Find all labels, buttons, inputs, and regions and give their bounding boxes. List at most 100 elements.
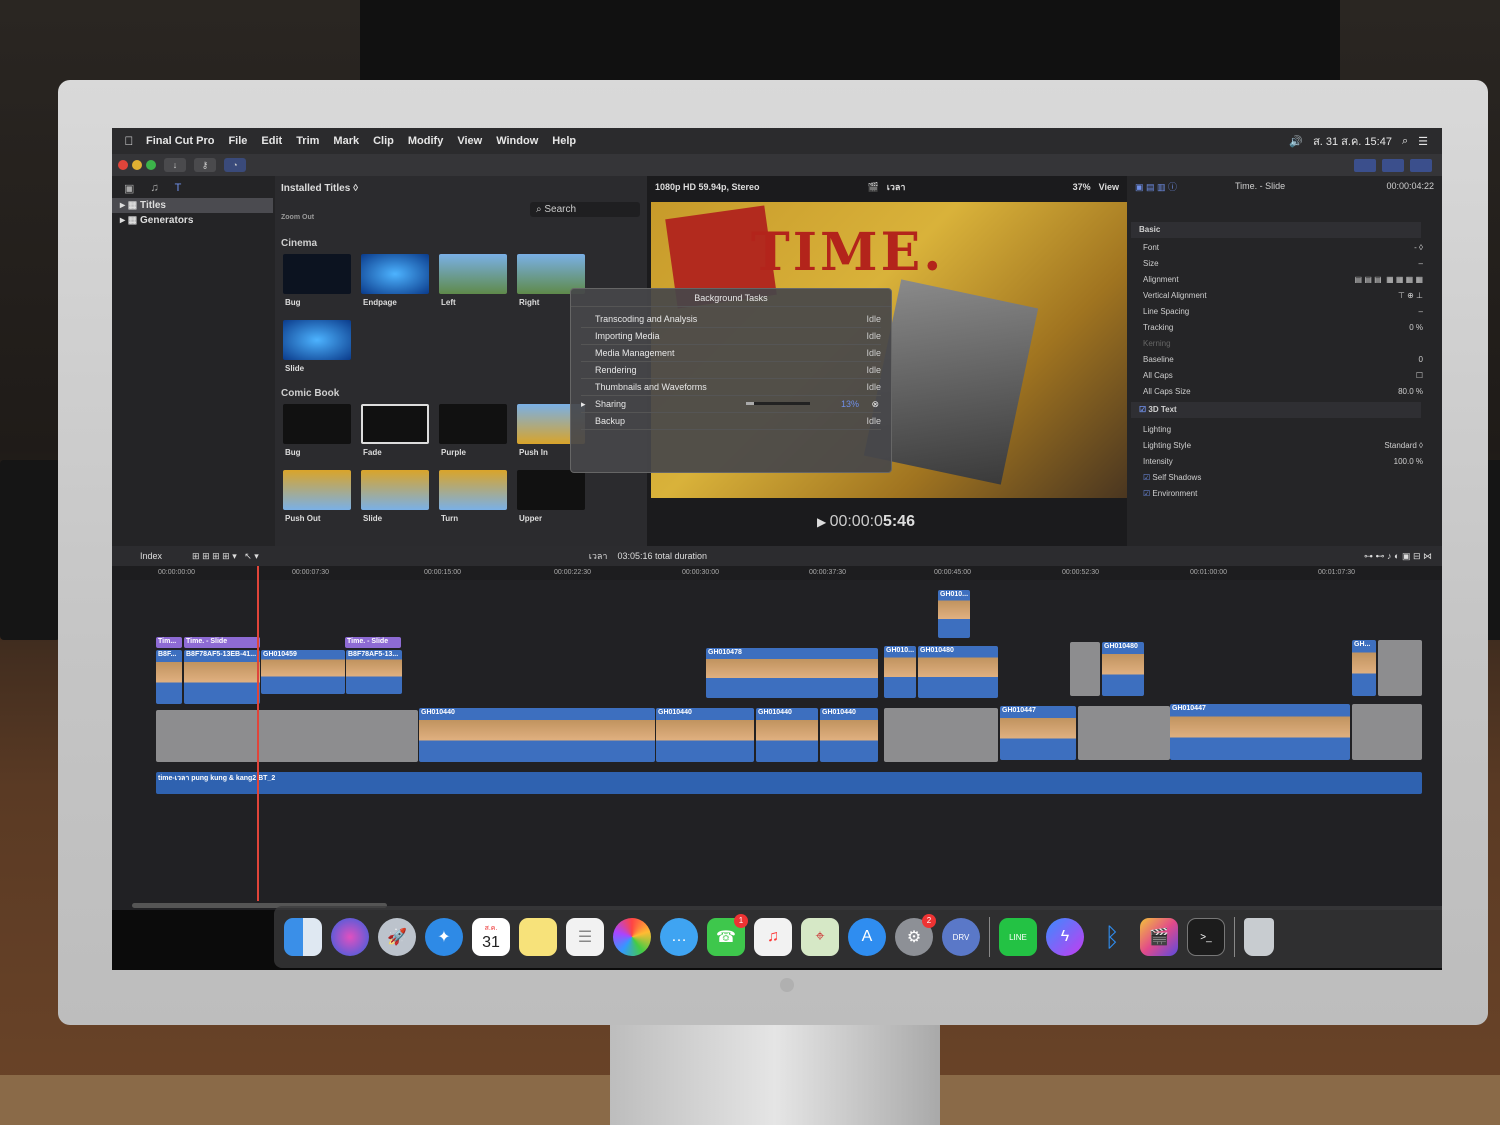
video-clip[interactable]: GH010447	[1000, 706, 1076, 760]
video-clip[interactable]: GH010447	[1170, 704, 1350, 760]
gap-clip[interactable]	[1070, 642, 1100, 696]
title-thumb-turn[interactable]	[439, 470, 507, 510]
gap-clip[interactable]	[156, 710, 418, 762]
launchpad-icon[interactable]: 🚀	[378, 918, 416, 956]
keyword-icon[interactable]: ⚷	[194, 158, 216, 172]
menu-file[interactable]: File	[228, 135, 247, 147]
photos-icon[interactable]	[613, 918, 651, 956]
inspector-tab-icons[interactable]: ▣ ▤ ▥ ⓘ	[1135, 180, 1177, 193]
title-thumb-cinema-bug[interactable]	[283, 254, 351, 294]
drive-icon[interactable]: DRV	[942, 918, 980, 956]
task-row-sharing[interactable]: ▸ Sharing 13% ⊗	[581, 396, 881, 413]
messages-icon[interactable]: …	[660, 918, 698, 956]
title-thumb-comic-bug[interactable]	[283, 404, 351, 444]
spotlight-icon[interactable]: ⌕	[1402, 135, 1408, 148]
import-icon[interactable]: ↓	[164, 158, 186, 172]
section-basic[interactable]: Basic	[1131, 222, 1421, 238]
title-thumb-endpage[interactable]	[361, 254, 429, 294]
maps-icon[interactable]: ⌖	[801, 918, 839, 956]
clock[interactable]: ส. 31 ส.ค. 15:47	[1313, 132, 1392, 150]
video-clip[interactable]: GH010480	[1102, 642, 1144, 696]
video-clip[interactable]: GH010440	[656, 708, 754, 762]
timeline-ruler[interactable]: 00:00:00:00 00:00:07:30 00:00:15:00 00:0…	[112, 566, 1442, 580]
all-caps-checkbox[interactable]: ☐	[1416, 371, 1423, 380]
gap-clip[interactable]	[1078, 706, 1170, 760]
audio-clip[interactable]: time-เวลา pung kung & kang2 BT_2	[156, 772, 1422, 794]
photos-audio-icon[interactable]: ♫	[150, 182, 158, 194]
title-thumb-left[interactable]	[439, 254, 507, 294]
menu-mark[interactable]: Mark	[333, 135, 359, 147]
intensity-value[interactable]: 100.0 %	[1394, 457, 1423, 466]
menu-clip[interactable]: Clip	[373, 135, 394, 147]
menu-app[interactable]: Final Cut Pro	[146, 135, 214, 147]
menu-modify[interactable]: Modify	[408, 135, 443, 147]
minimize-button[interactable]	[132, 160, 142, 170]
final-cut-pro-icon[interactable]: 🎬	[1140, 918, 1178, 956]
all-caps-size-value[interactable]: 80.0 %	[1398, 387, 1423, 396]
title-thumb-upper[interactable]	[517, 470, 585, 510]
environment-label[interactable]: ☑ Environment	[1143, 489, 1253, 498]
show-browser-button[interactable]	[1354, 158, 1376, 172]
play-icon[interactable]: ▶	[817, 515, 830, 529]
sidebar-item-generators[interactable]: ▸ ▦ Generators	[112, 213, 275, 228]
music-icon[interactable]: ♫	[754, 918, 792, 956]
background-tasks-icon[interactable]: ◔	[224, 158, 246, 172]
sidebar-item-titles[interactable]: ▸ ▦ Titles	[112, 198, 273, 213]
terminal-icon[interactable]: >_	[1187, 918, 1225, 956]
video-clip[interactable]: B8F78AF5-13...	[346, 650, 402, 694]
edit-tools-icons[interactable]: ⊞ ⊞ ⊞ ⊞ ▾ ↖ ▾	[192, 551, 259, 562]
tracking-value[interactable]: 0 %	[1409, 323, 1423, 332]
reminders-icon[interactable]: ☰	[566, 918, 604, 956]
menu-edit[interactable]: Edit	[261, 135, 282, 147]
search-input[interactable]: ⌕ Search	[530, 202, 640, 217]
font-value[interactable]: - ◊	[1414, 243, 1423, 252]
baseline-value[interactable]: 0	[1419, 355, 1423, 364]
video-clip[interactable]: GH010440	[419, 708, 655, 762]
gap-clip[interactable]	[1352, 704, 1422, 760]
timeline[interactable]: Tim... Time. - Slide Time. - Slide GH010…	[112, 580, 1442, 910]
safari-icon[interactable]: ✦	[425, 918, 463, 956]
alignment-buttons[interactable]: ▤ ▤ ▤ ▦ ▦ ▦ ▦	[1355, 275, 1423, 284]
show-inspector-button[interactable]	[1410, 158, 1432, 172]
menu-trim[interactable]: Trim	[296, 135, 319, 147]
video-clip[interactable]: GH010440	[820, 708, 878, 762]
close-button[interactable]	[118, 160, 128, 170]
video-clip[interactable]: GH010...	[938, 590, 970, 638]
menu-view[interactable]: View	[457, 135, 482, 147]
timeline-view-icons[interactable]: ⊶ ⊷ ♪ ◐ ▣ ⊟ ⋈	[1364, 551, 1432, 562]
title-clip[interactable]: Time. - Slide	[345, 637, 401, 648]
section-3d-text[interactable]: ☑ 3D Text	[1131, 402, 1421, 418]
video-clip[interactable]: GH010459	[261, 650, 345, 694]
siri-icon[interactable]	[331, 918, 369, 956]
title-thumb-slide[interactable]	[283, 320, 351, 360]
playhead[interactable]	[257, 566, 259, 901]
system-preferences-icon[interactable]: ⚙ 2	[895, 914, 936, 956]
disclosure-icon[interactable]: ▸	[581, 399, 586, 410]
self-shadows-label[interactable]: ☑ Self Shadows	[1143, 473, 1253, 482]
facetime-icon[interactable]: ☎ 1	[707, 914, 748, 956]
video-clip[interactable]: GH010...	[884, 646, 916, 698]
vertical-alignment-buttons[interactable]: ⊤ ⊕ ⊥	[1398, 291, 1423, 300]
title-thumb-purple[interactable]	[439, 404, 507, 444]
video-clip[interactable]: GH...	[1352, 640, 1376, 696]
stop-icon[interactable]: ⊗	[871, 399, 879, 410]
video-clip[interactable]: GH010478	[706, 648, 878, 698]
bluetooth-icon[interactable]: ᛒ	[1093, 918, 1131, 956]
title-clip[interactable]: Time. - Slide	[184, 637, 260, 648]
title-thumb-comic-slide[interactable]	[361, 470, 429, 510]
notes-icon[interactable]	[519, 918, 557, 956]
apple-menu-icon[interactable]: 	[112, 134, 146, 148]
line-spacing-value[interactable]: –	[1419, 307, 1423, 316]
menu-window[interactable]: Window	[496, 135, 538, 147]
browser-header[interactable]: Installed Titles ◊	[275, 176, 647, 200]
title-clip[interactable]: Tim...	[156, 637, 182, 648]
line-icon[interactable]: LINE	[999, 918, 1037, 956]
title-thumb-push-out[interactable]	[283, 470, 351, 510]
video-clip[interactable]: GH010440	[756, 708, 818, 762]
notification-icon[interactable]: ☰	[1418, 135, 1428, 148]
show-timeline-button[interactable]	[1382, 158, 1404, 172]
size-value[interactable]: –	[1419, 259, 1423, 268]
view-menu[interactable]: View	[1099, 182, 1119, 192]
app-store-icon[interactable]: A	[848, 918, 886, 956]
zoom-menu[interactable]: 37%	[1073, 182, 1091, 192]
